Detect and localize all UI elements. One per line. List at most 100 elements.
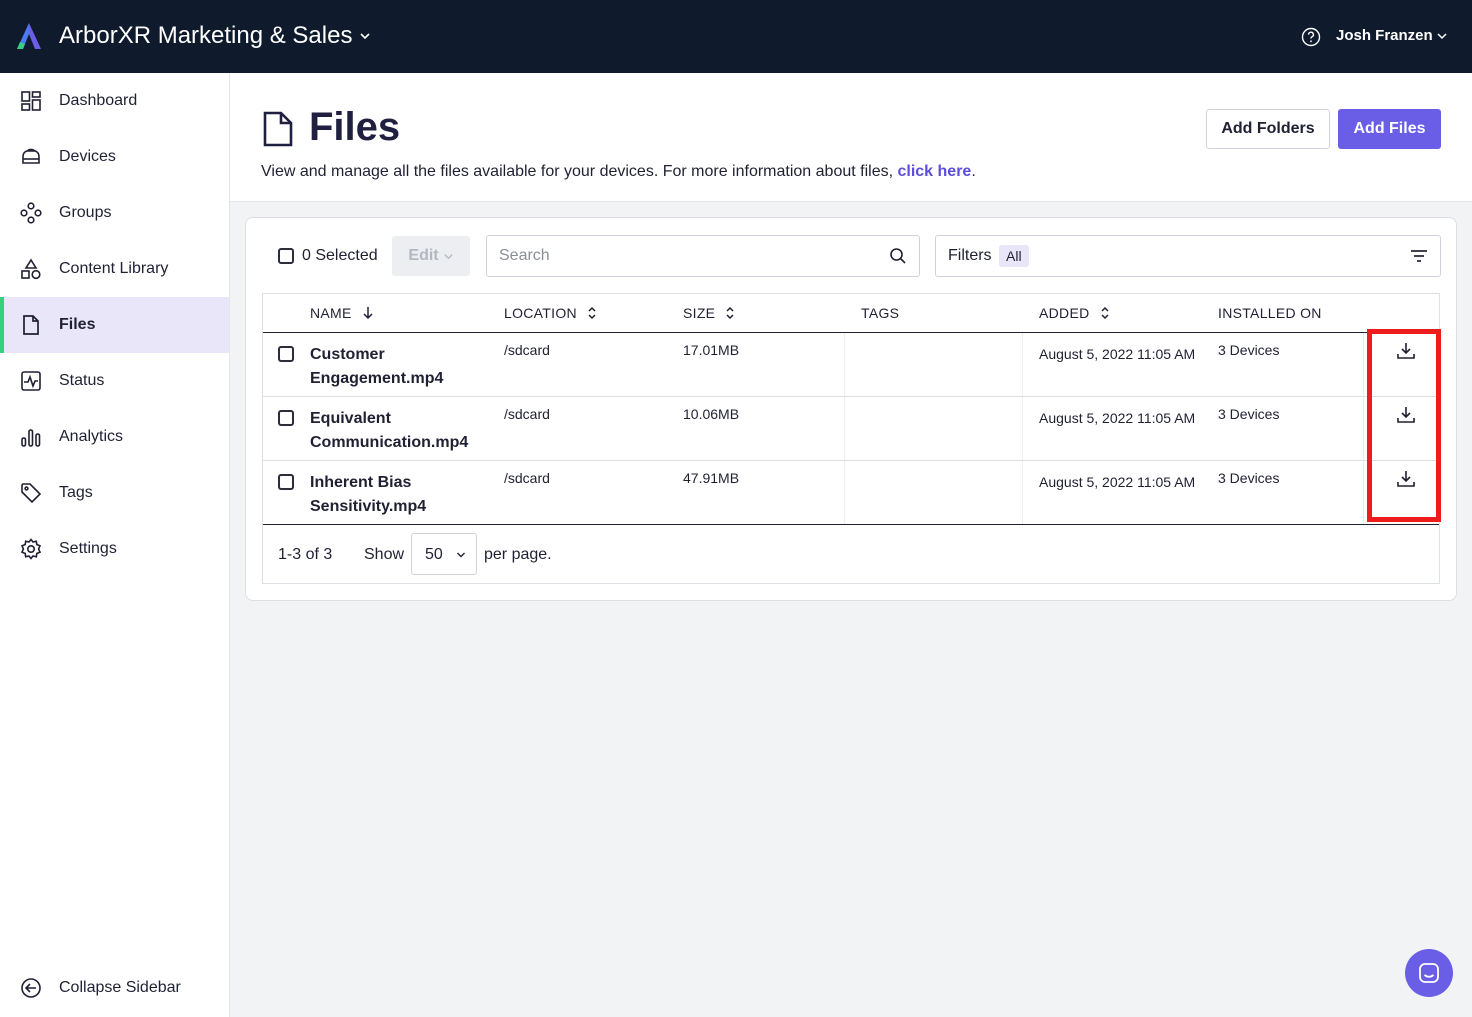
arborxr-logo-icon[interactable] bbox=[16, 22, 42, 50]
file-size: 10.06MB bbox=[683, 406, 740, 422]
file-icon bbox=[263, 111, 293, 147]
sidebar-item-content-library[interactable]: Content Library bbox=[0, 241, 229, 297]
chevron-down-icon bbox=[457, 552, 465, 558]
file-name[interactable]: Inherent Bias Sensitivity.mp4 bbox=[310, 471, 480, 519]
table-row[interactable]: Inherent Bias Sensitivity.mp4 /sdcard 47… bbox=[263, 461, 1439, 525]
table-row[interactable]: Customer Engagement.mp4 /sdcard 17.01MB … bbox=[263, 333, 1439, 397]
groups-icon bbox=[20, 202, 42, 224]
download-icon[interactable] bbox=[1396, 405, 1416, 425]
sidebar-item-status[interactable]: Status bbox=[0, 353, 229, 409]
click-here-link[interactable]: click here bbox=[897, 163, 971, 180]
search-icon[interactable] bbox=[889, 247, 907, 265]
column-header-added[interactable]: ADDED bbox=[1039, 305, 1110, 321]
files-card: 0 Selected Edit Filters All NAME LOCATIO… bbox=[245, 217, 1457, 601]
pagination-range: 1-3 of 3 bbox=[278, 546, 333, 563]
file-installed-on[interactable]: 3 Devices bbox=[1218, 406, 1279, 422]
sidebar-item-label: Tags bbox=[59, 484, 93, 501]
row-checkbox[interactable] bbox=[278, 474, 294, 490]
sidebar: Dashboard Devices Groups Content Library… bbox=[0, 73, 230, 1017]
sidebar-item-dashboard[interactable]: Dashboard bbox=[0, 73, 229, 129]
headset-icon bbox=[22, 148, 40, 164]
row-checkbox[interactable] bbox=[278, 346, 294, 362]
org-title: ArborXR Marketing & Sales bbox=[59, 22, 353, 49]
tag-icon bbox=[21, 483, 42, 504]
user-menu[interactable]: Josh Franzen bbox=[1336, 27, 1448, 44]
files-table: NAME LOCATION SIZE TAGS ADDED INSTALLED … bbox=[262, 293, 1440, 584]
row-checkbox[interactable] bbox=[278, 410, 294, 426]
page-header: Files View and manage all the files avai… bbox=[230, 73, 1472, 202]
filters-dropdown[interactable]: Filters All bbox=[935, 235, 1441, 277]
description-text: View and manage all the files available … bbox=[261, 163, 894, 180]
user-name: Josh Franzen bbox=[1336, 27, 1433, 44]
sort-down-arrow-icon bbox=[363, 307, 373, 320]
page-title: Files bbox=[309, 105, 401, 149]
file-location: /sdcard bbox=[504, 406, 550, 422]
org-switcher[interactable]: ArborXR Marketing & Sales bbox=[59, 22, 372, 50]
file-name[interactable]: Equivalent Communication.mp4 bbox=[310, 407, 480, 455]
add-files-button[interactable]: Add Files bbox=[1338, 109, 1441, 149]
sidebar-item-settings[interactable]: Settings bbox=[0, 521, 229, 577]
sort-icon bbox=[726, 306, 734, 320]
table-footer: 1-3 of 3 Show 50 per page. bbox=[263, 526, 1439, 583]
filter-lines-icon bbox=[1411, 250, 1427, 262]
file-icon bbox=[23, 315, 39, 335]
gear-icon bbox=[20, 538, 42, 560]
sidebar-item-label: Settings bbox=[59, 540, 117, 557]
edit-label: Edit bbox=[408, 247, 439, 264]
sidebar-item-files[interactable]: Files bbox=[0, 297, 229, 353]
column-header-installed-on: INSTALLED ON bbox=[1218, 305, 1322, 321]
file-installed-on[interactable]: 3 Devices bbox=[1218, 470, 1279, 486]
file-location: /sdcard bbox=[504, 470, 550, 486]
sort-icon bbox=[1100, 306, 1109, 320]
page-description: View and manage all the files available … bbox=[261, 163, 976, 181]
column-header-location[interactable]: LOCATION bbox=[504, 305, 597, 321]
collapse-sidebar-label: Collapse Sidebar bbox=[59, 979, 181, 996]
column-header-size[interactable]: SIZE bbox=[683, 305, 735, 321]
arrow-left-circle-icon bbox=[21, 978, 41, 998]
download-icon[interactable] bbox=[1396, 469, 1416, 489]
column-header-name[interactable]: NAME bbox=[310, 305, 374, 321]
filters-label: Filters bbox=[948, 247, 992, 264]
sidebar-item-label: Analytics bbox=[59, 428, 124, 445]
file-size: 17.01MB bbox=[683, 342, 740, 358]
chevron-down-icon bbox=[1437, 32, 1447, 39]
add-folders-button[interactable]: Add Folders bbox=[1206, 109, 1330, 149]
sidebar-item-label: Devices bbox=[59, 148, 116, 165]
selected-count: 0 Selected bbox=[302, 247, 378, 264]
table-row[interactable]: Equivalent Communication.mp4 /sdcard 10.… bbox=[263, 397, 1439, 461]
sidebar-item-label: Dashboard bbox=[59, 92, 138, 109]
help-icon[interactable] bbox=[1301, 27, 1321, 47]
chat-launcher-button[interactable] bbox=[1405, 949, 1453, 997]
per-page-value: 50 bbox=[425, 546, 443, 563]
per-page-select[interactable]: 50 bbox=[411, 533, 477, 575]
per-page-label: per page. bbox=[484, 546, 552, 563]
edit-button[interactable]: Edit bbox=[392, 236, 470, 276]
filters-badge: All bbox=[999, 245, 1029, 267]
sidebar-item-devices[interactable]: Devices bbox=[0, 129, 229, 185]
download-icon[interactable] bbox=[1396, 341, 1416, 361]
column-header-label: TAGS bbox=[861, 305, 900, 321]
file-location: /sdcard bbox=[504, 342, 550, 358]
sidebar-item-label: Groups bbox=[59, 204, 112, 221]
column-header-tags: TAGS bbox=[861, 305, 899, 321]
sidebar-item-label: Status bbox=[59, 372, 105, 389]
sidebar-item-groups[interactable]: Groups bbox=[0, 185, 229, 241]
file-added: August 5, 2022 11:05 AM bbox=[1039, 410, 1196, 426]
select-all-checkbox[interactable] bbox=[278, 248, 294, 264]
chevron-down-icon bbox=[360, 33, 371, 40]
chat-icon bbox=[1419, 963, 1439, 983]
file-name[interactable]: Customer Engagement.mp4 bbox=[310, 343, 480, 391]
bar-chart-icon bbox=[21, 429, 41, 447]
pulse-icon bbox=[21, 371, 41, 391]
sidebar-item-label: Content Library bbox=[59, 260, 169, 277]
file-installed-on[interactable]: 3 Devices bbox=[1218, 342, 1279, 358]
sidebar-item-analytics[interactable]: Analytics bbox=[0, 409, 229, 465]
show-label: Show bbox=[364, 546, 405, 563]
chevron-down-icon bbox=[443, 253, 453, 259]
column-header-label: NAME bbox=[310, 305, 352, 321]
search-box bbox=[486, 235, 920, 277]
collapse-sidebar-button[interactable]: Collapse Sidebar bbox=[0, 959, 229, 1017]
search-input[interactable] bbox=[487, 236, 887, 276]
file-added: August 5, 2022 11:05 AM bbox=[1039, 474, 1196, 490]
sidebar-item-tags[interactable]: Tags bbox=[0, 465, 229, 521]
